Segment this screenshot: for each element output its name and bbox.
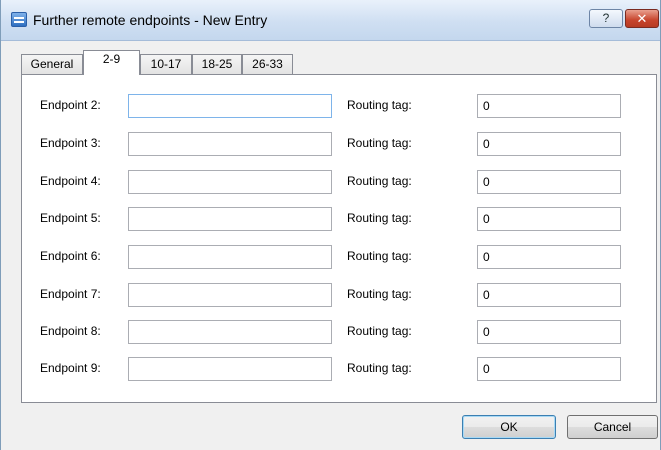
dialog-window: Further remote endpoints - New Entry ? ✕… bbox=[0, 0, 661, 450]
tab-18-25[interactable]: 18-25 bbox=[192, 54, 242, 74]
routing-tag-label: Routing tag: bbox=[347, 98, 412, 112]
routing-tag-input[interactable] bbox=[477, 283, 621, 307]
routing-tag-input[interactable] bbox=[477, 320, 621, 344]
endpoint-row: Endpoint 6: Routing tag: bbox=[22, 245, 656, 269]
endpoint-input[interactable] bbox=[128, 170, 332, 194]
endpoint-input[interactable] bbox=[128, 94, 332, 118]
endpoint-row: Endpoint 8: Routing tag: bbox=[22, 320, 656, 344]
endpoint-label: Endpoint 8: bbox=[40, 324, 101, 338]
routing-tag-input[interactable] bbox=[477, 207, 621, 231]
routing-tag-input[interactable] bbox=[477, 132, 621, 156]
endpoint-input[interactable] bbox=[128, 207, 332, 231]
routing-tag-label: Routing tag: bbox=[347, 174, 412, 188]
endpoint-label: Endpoint 9: bbox=[40, 361, 101, 375]
endpoint-row: Endpoint 9: Routing tag: bbox=[22, 357, 656, 381]
endpoint-label: Endpoint 2: bbox=[40, 98, 101, 112]
routing-tag-input[interactable] bbox=[477, 170, 621, 194]
endpoint-row: Endpoint 7: Routing tag: bbox=[22, 283, 656, 307]
endpoint-input[interactable] bbox=[128, 357, 332, 381]
endpoint-row: Endpoint 2: Routing tag: bbox=[22, 94, 656, 118]
endpoint-row: Endpoint 5: Routing tag: bbox=[22, 207, 656, 231]
endpoint-label: Endpoint 4: bbox=[40, 174, 101, 188]
help-button[interactable]: ? bbox=[589, 9, 623, 28]
tab-2-9[interactable]: 2-9 bbox=[83, 50, 140, 75]
routing-tag-label: Routing tag: bbox=[347, 324, 412, 338]
tab-general[interactable]: General bbox=[21, 54, 83, 74]
routing-tag-label: Routing tag: bbox=[347, 361, 412, 375]
routing-tag-input[interactable] bbox=[477, 94, 621, 118]
endpoint-input[interactable] bbox=[128, 132, 332, 156]
endpoint-label: Endpoint 7: bbox=[40, 287, 101, 301]
window-title: Further remote endpoints - New Entry bbox=[33, 12, 268, 28]
routing-tag-label: Routing tag: bbox=[347, 136, 412, 150]
title-bar[interactable]: Further remote endpoints - New Entry ? ✕ bbox=[1, 0, 660, 41]
endpoint-label: Endpoint 6: bbox=[40, 249, 101, 263]
tab-26-33[interactable]: 26-33 bbox=[242, 54, 293, 74]
endpoint-input[interactable] bbox=[128, 245, 332, 269]
routing-tag-label: Routing tag: bbox=[347, 287, 412, 301]
endpoint-label: Endpoint 5: bbox=[40, 211, 101, 225]
routing-tag-input[interactable] bbox=[477, 245, 621, 269]
tab-panel: Endpoint 2: Routing tag: Endpoint 3: Rou… bbox=[21, 74, 657, 403]
routing-tag-label: Routing tag: bbox=[347, 249, 412, 263]
close-button[interactable]: ✕ bbox=[625, 9, 659, 28]
endpoint-label: Endpoint 3: bbox=[40, 136, 101, 150]
endpoint-input[interactable] bbox=[128, 320, 332, 344]
tab-10-17[interactable]: 10-17 bbox=[140, 54, 192, 74]
close-icon: ✕ bbox=[636, 11, 648, 26]
endpoint-row: Endpoint 3: Routing tag: bbox=[22, 132, 656, 156]
endpoint-input[interactable] bbox=[128, 283, 332, 307]
routing-tag-input[interactable] bbox=[477, 357, 621, 381]
ok-button[interactable]: OK bbox=[462, 415, 556, 439]
cancel-button[interactable]: Cancel bbox=[567, 415, 658, 439]
app-window-icon bbox=[11, 12, 27, 27]
help-icon: ? bbox=[602, 11, 610, 25]
endpoint-row: Endpoint 4: Routing tag: bbox=[22, 170, 656, 194]
routing-tag-label: Routing tag: bbox=[347, 211, 412, 225]
